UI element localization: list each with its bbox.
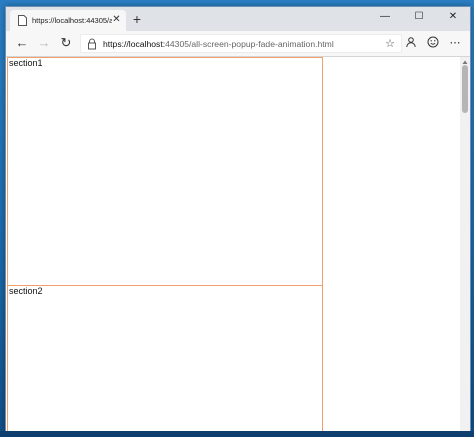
browser-window: https://localhost:44305/all-scree ✕ + — …	[5, 6, 471, 432]
tab-strip: https://localhost:44305/all-scree ✕ + — …	[6, 7, 470, 31]
profile-icon[interactable]	[404, 36, 418, 50]
url-host: https://localhost:	[103, 39, 166, 49]
browser-toolbar: ← → ↻ https://localhost:44305/all-screen…	[6, 31, 470, 57]
minimize-button[interactable]: —	[368, 7, 402, 27]
section-2: section2	[7, 285, 323, 431]
browser-tab[interactable]: https://localhost:44305/all-scree ✕	[10, 10, 126, 31]
scrollbar-thumb[interactable]	[462, 65, 468, 113]
new-tab-button[interactable]: +	[130, 12, 144, 26]
person-icon	[406, 37, 416, 48]
section-2-label: section2	[9, 286, 43, 296]
url-path: 44305/all-screen-popup-fade-animation.ht…	[165, 39, 334, 49]
forward-button[interactable]: →	[36, 35, 52, 51]
page-icon	[18, 15, 27, 26]
close-window-button[interactable]: ✕	[436, 7, 470, 27]
feedback-icon[interactable]	[426, 36, 440, 50]
more-options-icon[interactable]: ⋯	[448, 36, 462, 50]
tab-title: https://localhost:44305/all-scree	[32, 16, 112, 25]
window-controls: — ☐ ✕	[368, 7, 470, 31]
smiley-icon	[427, 36, 439, 48]
taskbar-edge	[0, 431, 474, 437]
address-bar[interactable]: https://localhost:44305/all-screen-popup…	[80, 34, 402, 53]
section-1: section1	[7, 57, 323, 286]
section-1-label: section1	[9, 58, 43, 68]
favorite-star-icon[interactable]: ☆	[385, 37, 395, 51]
tab-close-icon[interactable]: ✕	[111, 14, 122, 25]
vertical-scrollbar[interactable]	[460, 57, 470, 431]
lock-icon	[88, 38, 96, 50]
url-text[interactable]: https://localhost:44305/all-screen-popup…	[103, 37, 334, 51]
maximize-button[interactable]: ☐	[402, 7, 436, 27]
back-button[interactable]: ←	[14, 35, 30, 51]
refresh-button[interactable]: ↻	[58, 35, 74, 51]
page-viewport: section1 section2	[6, 57, 470, 431]
